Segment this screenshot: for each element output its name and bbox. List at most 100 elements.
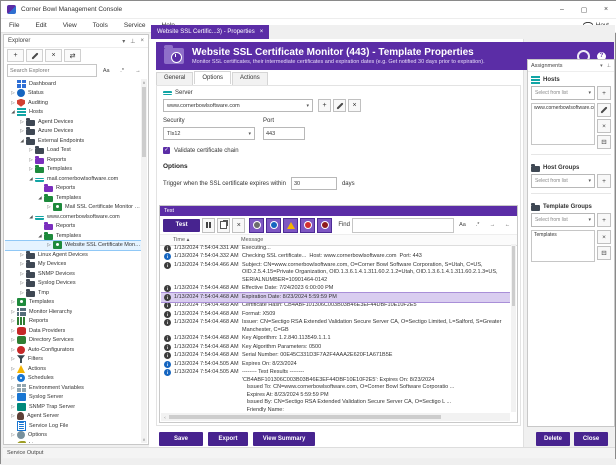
add-button[interactable]: + (7, 49, 24, 62)
tree-item-schedules[interactable]: ▷Schedules (5, 374, 141, 384)
scroll-left-icon[interactable]: ‹ (161, 415, 169, 420)
expanded-arrow-icon[interactable]: ◢ (36, 233, 44, 239)
find-next-button[interactable]: → (486, 219, 499, 232)
collapsed-arrow-icon[interactable]: ▷ (9, 299, 17, 305)
info-filter-toggle[interactable] (266, 218, 281, 233)
log-row[interactable]: i1/13/2024 7:54:04.468 AMIssuer: CN=Sect… (161, 319, 510, 335)
message-column-header[interactable]: Message (241, 237, 263, 243)
menu-view[interactable]: View (55, 22, 85, 29)
collapsed-arrow-icon[interactable]: ▷ (18, 290, 26, 296)
tree-item-actions[interactable]: ▷Actions (5, 364, 141, 374)
collapsed-arrow-icon[interactable]: ▷ (27, 166, 35, 172)
collapsed-arrow-icon[interactable]: ▷ (18, 280, 26, 286)
tab-options[interactable]: Options (194, 71, 231, 84)
close-button[interactable]: × (595, 1, 616, 19)
tree-item-azure-devices[interactable]: ▷Azure Devices (5, 127, 141, 137)
collapsed-arrow-icon[interactable]: ▷ (9, 366, 17, 372)
host-groups-select[interactable]: Select from list▾ (531, 174, 595, 188)
tree-item-status[interactable]: ▷Status (5, 89, 141, 99)
collapsed-arrow-icon[interactable]: ▷ (9, 375, 17, 381)
test-button[interactable]: Test (163, 219, 200, 232)
template-groups-list[interactable]: Templates (531, 230, 595, 262)
log-row[interactable]: i1/13/2024 7:54:04.468 AMKey Algorithm: … (161, 335, 510, 344)
scroll-up-icon[interactable]: ∧ (141, 79, 147, 86)
collapsed-arrow-icon[interactable]: ▷ (45, 242, 53, 248)
log-row[interactable]: i1/13/2024 7:54:04.468 AMFormat: X509 (161, 310, 510, 319)
scroll-thumb[interactable] (142, 87, 146, 157)
tree-item-reports[interactable]: Reports (5, 184, 141, 194)
scroll-thumb[interactable] (512, 246, 515, 306)
search-input[interactable] (7, 64, 97, 77)
save-button[interactable]: Save (159, 432, 203, 446)
tree-item-external-endpoints[interactable]: ◢External Endpoints (5, 136, 141, 146)
template-groups-remove-all-button[interactable]: ⊟ (597, 246, 611, 260)
log-row[interactable]: i1/13/2024 7:54:04.468 AMSerial Number: … (161, 352, 510, 361)
export-button[interactable]: Export (208, 432, 248, 446)
hosts-add-button[interactable]: + (597, 86, 611, 100)
template-groups-add-button[interactable]: + (597, 213, 611, 227)
collapsed-arrow-icon[interactable]: ▷ (9, 100, 17, 106)
tree-scrollbar[interactable]: ∧ ∨ (141, 79, 147, 443)
maximize-button[interactable]: ▢ (573, 1, 595, 19)
find-prev-button[interactable]: ← (501, 219, 514, 232)
tree-item-linux-agent-devices[interactable]: ▷Linux Agent Devices (5, 250, 141, 260)
service-output-dock[interactable]: Service Output (3, 447, 615, 458)
tree-item-service-log-file[interactable]: Service Log File (5, 421, 141, 431)
tree-item-monitor-hierarchy[interactable]: ▷Monitor Hierarchy (5, 307, 141, 317)
tab-general[interactable]: General (156, 72, 193, 85)
server-add-button[interactable]: + (318, 99, 331, 112)
verbose-filter-toggle[interactable] (249, 218, 264, 233)
template-groups-remove-button[interactable]: × (597, 230, 611, 244)
hosts-remove-all-button[interactable]: ⊟ (597, 135, 611, 149)
regex-button[interactable]: .* (115, 64, 129, 77)
find-match-case-button[interactable]: Aa (456, 219, 469, 232)
warning-filter-toggle[interactable] (283, 218, 298, 233)
log-row[interactable]: i1/13/2024 7:54:04.466 AMSubject: CN=www… (161, 261, 510, 285)
tree-item-www-cornerbowlsoftware-com[interactable]: ◢www.cornerbowlsoftware.com (5, 212, 141, 222)
host-groups-add-button[interactable]: + (597, 174, 611, 188)
server-combo[interactable]: www.cornerbowlsoftware.com▾ (163, 99, 313, 112)
hosts-edit-button[interactable] (597, 103, 611, 117)
tree-item-license[interactable]: ▷License (5, 440, 141, 443)
log-row[interactable]: i1/13/2024 7:54:04.468 AMEffective Date:… (161, 285, 510, 294)
tree-item-templates[interactable]: ◢Templates (5, 193, 141, 203)
find-input[interactable] (352, 218, 454, 233)
trigger-days-input[interactable] (291, 177, 337, 190)
view-summary-button[interactable]: View Summary (253, 432, 315, 446)
template-groups-select[interactable]: Select from list▾ (531, 213, 595, 227)
hosts-list[interactable]: www.cornerbowlsoftware.com (531, 103, 595, 145)
log-row[interactable]: i1/13/2024 7:54:04.468 AMExpiration Date… (161, 293, 510, 302)
scroll-down-icon[interactable]: ∨ (141, 436, 147, 443)
collapsed-arrow-icon[interactable]: ▷ (27, 157, 35, 163)
collapsed-arrow-icon[interactable]: ▷ (9, 356, 17, 362)
hosts-select[interactable]: Select from list▾ (531, 86, 595, 100)
tree-item-directory-services[interactable]: ▷Directory Services (5, 336, 141, 346)
delete-button[interactable]: × (45, 49, 62, 62)
collapsed-arrow-icon[interactable]: ▷ (9, 432, 17, 438)
expanded-arrow-icon[interactable]: ◢ (27, 214, 35, 220)
collapsed-arrow-icon[interactable]: ▷ (9, 385, 17, 391)
tree-item-syslog-devices[interactable]: ▷Syslog Devices (5, 279, 141, 289)
panel-menu-icon[interactable]: ▾ (600, 63, 603, 69)
minimize-button[interactable]: – (551, 1, 573, 19)
close-button[interactable]: Close (574, 432, 608, 446)
collapsed-arrow-icon[interactable]: ▷ (9, 90, 17, 96)
tree-item-dashboard[interactable]: Dashboard (5, 79, 141, 89)
tree-item-templates[interactable]: ▷Templates (5, 165, 141, 175)
log-horizontal-scrollbar[interactable]: ‹ (161, 413, 510, 421)
tree-item-agent-server[interactable]: ▷Agent Server (5, 412, 141, 422)
checked-checkbox[interactable]: ✓ (163, 147, 170, 154)
collapsed-arrow-icon[interactable]: ▷ (18, 252, 26, 258)
tree-item-hosts[interactable]: ◢Hosts (5, 108, 141, 118)
tree-item-auditing[interactable]: ▷Auditing (5, 98, 141, 108)
security-combo[interactable]: Tls12▾ (163, 127, 255, 140)
move-button[interactable]: ⇄ (64, 49, 81, 62)
tree-item-filters[interactable]: ▷Filters (5, 355, 141, 365)
collapsed-arrow-icon[interactable]: ▷ (9, 318, 17, 324)
close-panel-icon[interactable]: × (140, 38, 144, 45)
log-row[interactable]: i1/13/2024 7:54:04.331 AMExecuting... (161, 244, 510, 253)
pause-button[interactable] (202, 218, 215, 233)
collapsed-arrow-icon[interactable]: ▷ (9, 337, 17, 343)
list-item[interactable]: www.cornerbowlsoftware.com (534, 105, 595, 111)
tree-item-reports[interactable]: ▷Reports (5, 317, 141, 327)
